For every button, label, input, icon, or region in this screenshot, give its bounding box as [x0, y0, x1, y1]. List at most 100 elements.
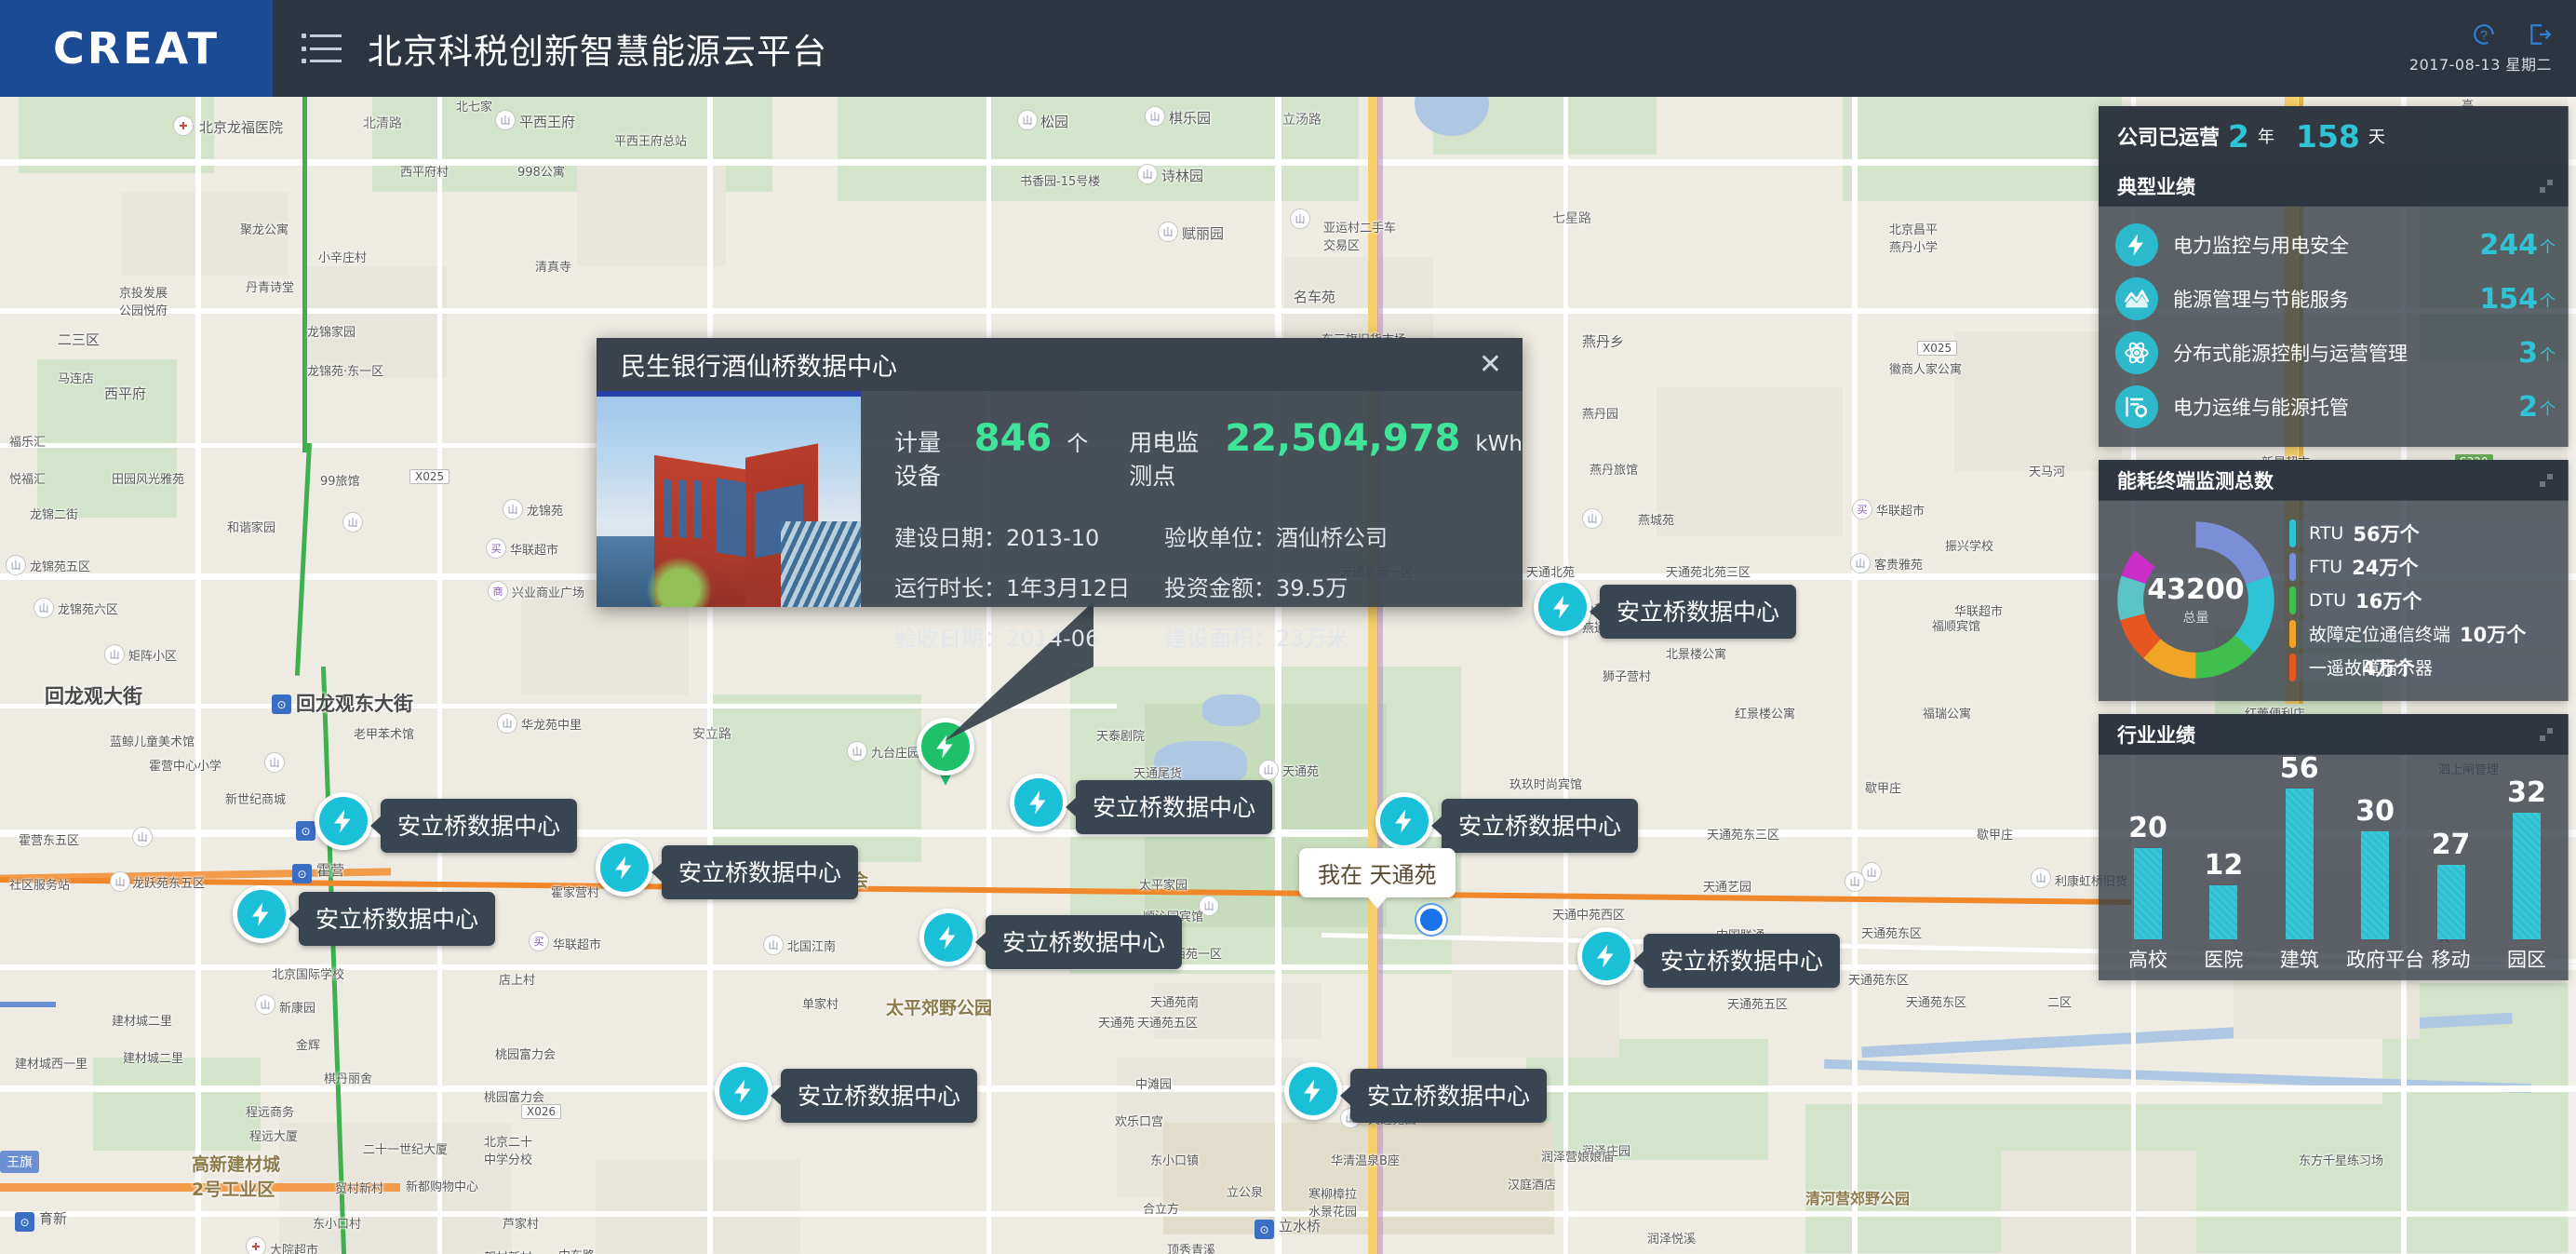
- map-marker-selected[interactable]: 安立桥数据中心: [1375, 792, 1639, 853]
- map-marker-label: 安立桥数据中心: [974, 915, 1183, 969]
- legend-item[interactable]: 一遥故障指示器 4万个: [2289, 653, 2559, 681]
- donut-svg: [2117, 521, 2274, 679]
- performance-item-value: 2: [2518, 390, 2538, 424]
- legend-label: FTU: [2309, 556, 2343, 577]
- legend-item[interactable]: RTU 56万个: [2289, 519, 2559, 547]
- metric-unit-devices: 个: [1067, 432, 1089, 456]
- terminals-title: 能耗终端监测总数: [2117, 469, 2274, 492]
- map-marker[interactable]: 安立桥数据中心: [1577, 927, 1841, 988]
- brand-logo[interactable]: CREAT: [0, 0, 273, 97]
- map-marker[interactable]: 安立桥数据中心: [1010, 774, 1273, 834]
- legend-label: RTU: [2309, 522, 2344, 544]
- legend-color-swatch: [2289, 619, 2296, 648]
- brand-logo-text: CREAT: [52, 23, 220, 74]
- map-marker[interactable]: 安立桥数据中心: [596, 839, 859, 899]
- performance-item-unit: 个: [2540, 291, 2556, 311]
- map-marker[interactable]: 安立桥数据中心: [919, 909, 1183, 969]
- bar-item[interactable]: 32: [2498, 776, 2556, 939]
- expand-icon[interactable]: [2539, 473, 2554, 488]
- help-circle-icon[interactable]: ?: [2472, 22, 2496, 47]
- performance-item-value: 3: [2518, 336, 2538, 370]
- lightning-bolt-icon[interactable]: [596, 839, 653, 897]
- detail-acceptor: 验收单位：酒仙桥公司: [1164, 525, 1388, 551]
- lightning-bolt-icon[interactable]: [1534, 578, 1591, 636]
- legend-item[interactable]: FTU 24万个: [2289, 552, 2559, 581]
- runtime-days-unit: 天: [2368, 128, 2385, 147]
- legend-label: 故障定位通信终端: [2309, 625, 2451, 645]
- map-marker-label: 安立桥数据中心: [1065, 780, 1273, 834]
- performance-title: 典型业绩: [2117, 175, 2195, 198]
- terminals-header: 能耗终端监测总数: [2099, 460, 2569, 501]
- legend-value: 24万个: [2352, 556, 2419, 579]
- lightning-bolt-icon[interactable]: [1284, 1062, 1342, 1120]
- legend-item[interactable]: 故障定位通信终端 10万个: [2289, 619, 2559, 648]
- bar-item[interactable]: 12: [2194, 849, 2252, 939]
- page-title: 北京科税创新智慧能源云平台: [368, 32, 827, 72]
- terminals-body: 43200 总量 RTU 56万个 FTU 24万个 DTU 16万个 故障定位…: [2099, 501, 2569, 701]
- terminals-donut-chart[interactable]: 43200 总量: [2110, 514, 2282, 686]
- detail-area: 建设面积：23万米: [1164, 626, 1349, 652]
- industry-header: 行业业绩: [2099, 714, 2569, 755]
- legend-value: 56万个: [2353, 522, 2420, 546]
- bar-value: 32: [2507, 776, 2546, 809]
- close-icon[interactable]: ✕: [1479, 350, 1502, 379]
- legend-label: DTU: [2309, 589, 2347, 611]
- info-popup[interactable]: 民生银行酒仙桥数据中心 ✕ 计量设备 846 个 用电监测点 22,504,97…: [597, 338, 1523, 652]
- performance-panel: 公司已运营 2 年 158 天 典型业绩 电力监控与用电安全 244 个 能源管…: [2099, 106, 2569, 447]
- info-popup-header: 民生银行酒仙桥数据中心 ✕: [597, 338, 1523, 391]
- map-marker[interactable]: 安立桥数据中心: [715, 1062, 978, 1123]
- performance-item-unit: 个: [2540, 399, 2556, 419]
- facility-details: 计量设备 846 个 用电监测点 22,504,978 kWh 建设日期：201…: [861, 391, 1523, 652]
- map-marker[interactable]: 安立桥数据中心: [1284, 1062, 1548, 1123]
- expand-icon[interactable]: [2539, 727, 2554, 742]
- hamburger-list-icon[interactable]: [302, 34, 342, 63]
- lightning-bolt-icon[interactable]: [1375, 792, 1433, 850]
- metric-label-energy: 用电监测点: [1129, 429, 1200, 490]
- bar-item[interactable]: 30: [2346, 795, 2404, 939]
- right-panel-stack: 公司已运营 2 年 158 天 典型业绩 电力监控与用电安全 244 个 能源管…: [2099, 106, 2569, 980]
- bar-category-label: 园区: [2506, 949, 2546, 971]
- map-marker-label: 安立桥数据中心: [651, 845, 859, 899]
- bar-category-label: 建筑: [2279, 949, 2319, 971]
- bar-item[interactable]: 27: [2422, 829, 2480, 939]
- expand-icon[interactable]: [2539, 179, 2554, 194]
- map-scrollbar[interactable]: [2568, 97, 2576, 1254]
- logout-arrow-icon[interactable]: [2528, 22, 2552, 47]
- performance-item-unit: 个: [2540, 237, 2556, 257]
- performance-item[interactable]: 能源管理与节能服务 154 个: [2099, 272, 2569, 326]
- map-marker[interactable]: 安立桥数据中心: [233, 885, 496, 946]
- map-marker-label: 安立桥数据中心: [1589, 585, 1797, 639]
- performance-item[interactable]: 电力运维与能源托管 2 个: [2099, 380, 2569, 434]
- performance-item[interactable]: 电力监控与用电安全 244 个: [2099, 218, 2569, 272]
- performance-item-value: 244: [2479, 228, 2538, 262]
- runtime-days: 158: [2295, 117, 2360, 155]
- map-marker-label: 安立桥数据中心: [770, 1069, 978, 1123]
- performance-item-unit: 个: [2540, 345, 2556, 365]
- lightning-bolt-icon[interactable]: [1010, 774, 1067, 831]
- lightning-bolt-icon[interactable]: [233, 885, 290, 943]
- lightning-bolt-icon[interactable]: [315, 792, 372, 850]
- performance-header: 典型业绩: [2099, 166, 2569, 207]
- current-location-dot: [1416, 905, 1446, 935]
- bar-rect: [2512, 813, 2541, 939]
- atom-icon: [2115, 331, 2158, 374]
- legend-item[interactable]: DTU 16万个: [2289, 586, 2559, 614]
- bar-rect: [2361, 831, 2390, 939]
- bar-rect: [2436, 865, 2465, 939]
- legend-color-swatch: [2289, 586, 2296, 614]
- performance-item[interactable]: 分布式能源控制与运营管理 3 个: [2099, 326, 2569, 380]
- industry-bar-chart[interactable]: 20 12 56 30 27 32 高校 医院 建筑 政府平台 移动 园区: [2099, 752, 2569, 980]
- lightning-bolt-icon[interactable]: [1577, 927, 1635, 985]
- performance-item-value: 154: [2479, 282, 2538, 316]
- bar-rect: [2209, 885, 2238, 939]
- legend-value: 16万个: [2355, 589, 2422, 613]
- bar-item[interactable]: 56: [2271, 752, 2328, 939]
- map-marker-label: 安立桥数据中心: [1430, 799, 1639, 853]
- bar-item[interactable]: 20: [2119, 812, 2177, 939]
- map-marker[interactable]: 安立桥数据中心: [315, 792, 578, 853]
- lightning-bolt-icon[interactable]: [715, 1062, 772, 1120]
- facility-photo: [597, 391, 861, 607]
- lightning-bolt-icon[interactable]: [919, 909, 977, 966]
- map-marker[interactable]: 安立桥数据中心: [1534, 578, 1797, 639]
- detail-investment: 投资金额：39.5万: [1164, 575, 1348, 601]
